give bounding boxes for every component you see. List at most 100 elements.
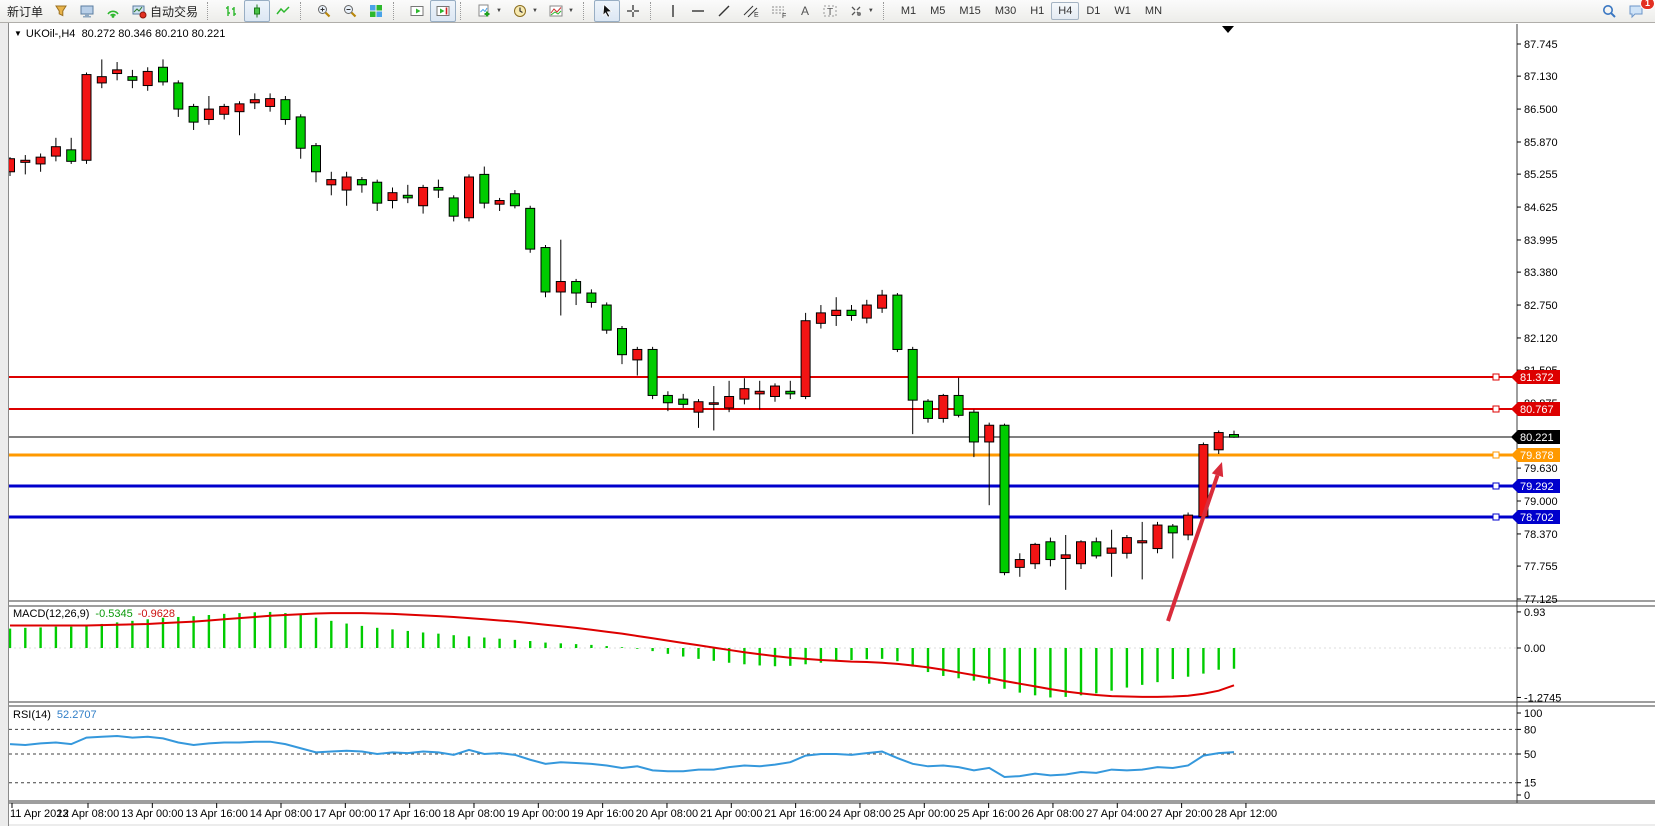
timeframe-h4[interactable]: H4 [1051,2,1079,20]
trendline-tool-button[interactable] [711,0,737,22]
zoom-in-button[interactable] [311,0,337,22]
timeframe-w1[interactable]: W1 [1107,2,1138,20]
vline-tool-button[interactable] [661,0,685,22]
time-axis-label: 21 Apr 16:00 [764,808,826,820]
candlestick [816,313,825,323]
price-tick-label: 86.500 [1524,104,1558,116]
cursor-icon [599,3,615,19]
chart-shift-button[interactable] [430,0,456,22]
line-chart-mode-button[interactable] [270,0,296,22]
candlestick [67,150,76,161]
toolbar: 新订单 自动交易 [0,0,1655,23]
candlestick [725,396,734,407]
time-axis-label: 21 Apr 00:00 [700,808,762,820]
time-axis-label: 28 Apr 12:00 [1215,808,1277,820]
candlestick [449,198,458,216]
symbol-ohlc-values: 80.272 80.346 80.210 80.221 [82,28,226,40]
fibonacci-tool-button[interactable]: F [765,0,793,22]
toolbar-separator [650,2,658,20]
tile-windows-button[interactable] [363,0,389,22]
price-tick-label: 85.255 [1524,169,1558,181]
funnel-icon [53,3,69,19]
candlestick [51,147,60,156]
crosshair-tool-button[interactable] [620,0,646,22]
news-signal-button[interactable] [100,0,126,22]
candlestick [939,395,948,418]
candlestick [1214,433,1223,450]
collapse-icon[interactable]: ▼ [14,29,22,38]
candlestick [250,100,259,103]
timeframe-h1[interactable]: H1 [1023,2,1051,20]
price-tick-label: 82.750 [1524,300,1558,312]
candlestick [1138,541,1147,543]
time-axis-label: 14 Apr 08:00 [250,808,312,820]
candlestick [801,321,810,397]
notifications-button[interactable]: 1 [1623,0,1651,22]
candlestick [878,295,887,308]
candlestick [434,187,443,190]
timeframe-m1[interactable]: M1 [894,2,923,20]
candlestick [648,349,657,395]
candlestick [327,180,336,185]
terminal-icon-button[interactable] [74,0,100,22]
cursor-tool-button[interactable] [594,0,620,22]
macd-axis-label: 0.00 [1524,643,1545,655]
time-axis-label: 24 Apr 08:00 [829,808,891,820]
candlestick [235,104,244,112]
candlestick [1077,542,1086,564]
line-handle[interactable] [1493,483,1499,489]
macd-name: MACD(12,26,9) [13,608,89,620]
macd-axis-label: 0.93 [1524,607,1545,619]
timeframe-m30[interactable]: M30 [988,2,1023,20]
chart-canvas[interactable]: 87.74587.13086.50085.87085.25584.62583.9… [0,0,1655,826]
channel-tool-button[interactable]: E [737,0,765,22]
timeframe-mn[interactable]: MN [1138,2,1169,20]
autotrade-button[interactable]: 自动交易 [126,0,203,22]
candlestick [1061,555,1070,559]
signal-icon [105,3,121,19]
chevron-down-icon: ▼ [868,8,874,14]
candlestick [602,305,611,330]
time-axis-label: 13 Apr 16:00 [185,808,247,820]
zoom-out-button[interactable] [337,0,363,22]
new-chart-button[interactable]: ▼ [471,0,507,22]
line-handle[interactable] [1493,406,1499,412]
candlestick [985,425,994,442]
candlestick [663,395,672,402]
timeframe-d1[interactable]: D1 [1079,2,1107,20]
toolbar-separator [393,2,401,20]
trendline-icon [716,3,732,19]
candlestick-mode-button[interactable] [244,0,270,22]
window-left-frame [0,23,9,826]
hline-tool-button[interactable] [685,0,711,22]
line-handle[interactable] [1493,374,1499,380]
search-button[interactable] [1596,0,1623,22]
candlestick [893,295,902,349]
period-button[interactable]: ▼ [507,0,543,22]
auto-scroll-icon [409,3,425,19]
text-tool-button[interactable]: A [793,0,817,22]
svg-text:F: F [782,13,786,19]
shapes-tool-button[interactable]: ▼ [843,0,879,22]
candlestick [541,248,550,292]
new-order-button[interactable]: 新订单 [2,0,48,22]
line-handle[interactable] [1493,452,1499,458]
bar-chart-icon [223,3,239,19]
timeframe-m5[interactable]: M5 [923,2,952,20]
price-tick-label: 87.745 [1524,39,1558,51]
bar-chart-mode-button[interactable] [218,0,244,22]
timeframe-m15[interactable]: M15 [952,2,987,20]
time-axis-label: 17 Apr 00:00 [314,808,376,820]
auto-scroll-button[interactable] [404,0,430,22]
line-chart-icon [275,3,291,19]
market-watch-icon[interactable] [48,0,74,22]
candlestick [1015,560,1024,568]
candlestick [709,403,718,405]
candlestick [128,77,137,81]
candlestick [924,401,933,418]
line-handle[interactable] [1493,514,1499,520]
candlestick [633,349,642,359]
templates-button[interactable]: ▼ [543,0,579,22]
label-tool-button[interactable]: T [817,0,843,22]
rsi-axis-label: 100 [1524,708,1542,720]
